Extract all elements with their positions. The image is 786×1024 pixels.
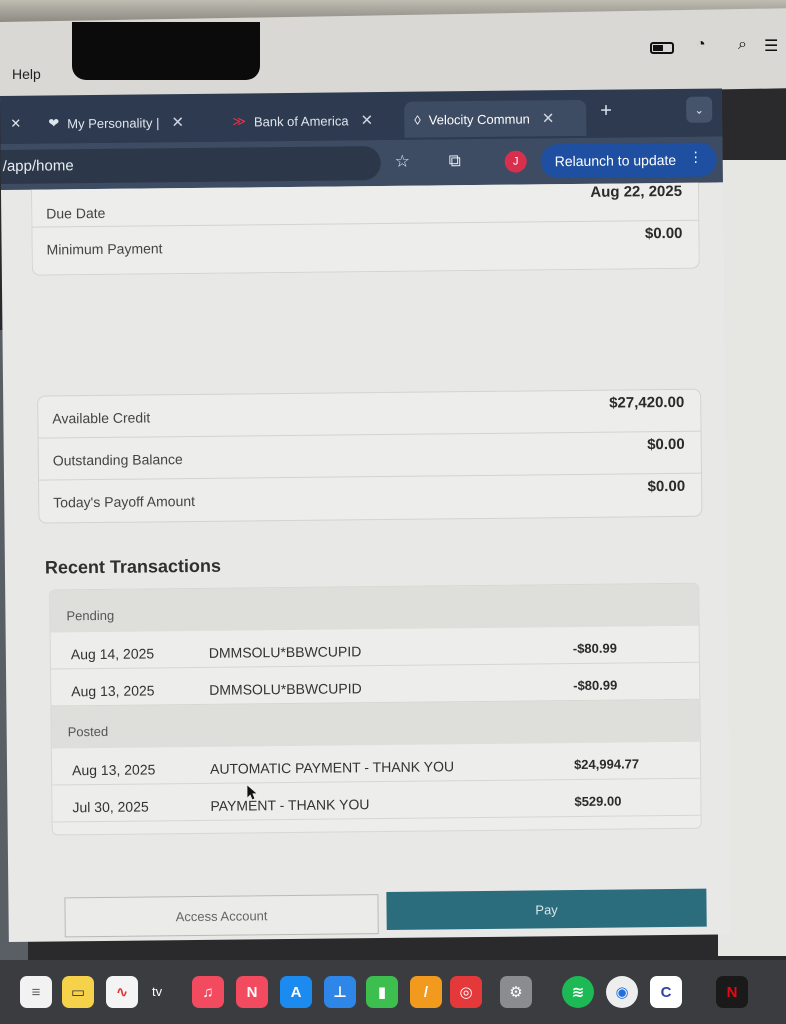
new-tab-button[interactable]: + <box>600 100 612 123</box>
search-icon[interactable]: ⌕ <box>738 36 747 54</box>
tx-description: AUTOMATIC PAYMENT - THANK YOU <box>209 758 455 777</box>
tx-amount: $529.00 <box>574 793 622 810</box>
more-icon[interactable]: ⋮ <box>689 149 703 166</box>
bofa-flag-icon: ≫ <box>232 113 246 129</box>
browser-window: ✕ ❤ My Personality | ✕ ≫ Bank of America… <box>0 88 731 942</box>
summary-value: $0.00 <box>647 477 686 496</box>
group-header-posted: Posted <box>51 699 700 749</box>
extensions-icon[interactable]: ⧉ <box>449 151 461 171</box>
chrome-icon[interactable]: ◉ <box>606 976 638 1008</box>
transactions-table: Pending Aug 14, 2025 DMMSOLU*BBWCUPID -$… <box>49 582 702 836</box>
mouse-cursor-icon <box>247 785 257 800</box>
group-label: Posted <box>67 723 109 740</box>
camera-notch <box>72 22 260 80</box>
freeform-icon[interactable]: ∿ <box>106 976 138 1008</box>
bookmark-star-icon[interactable]: ☆ <box>395 152 410 172</box>
music-icon[interactable]: ♫ <box>192 976 224 1008</box>
summary-label: Outstanding Balance <box>52 451 183 469</box>
summary-value: $27,420.00 <box>609 393 685 412</box>
control-center-icon[interactable]: ☰ <box>764 36 778 56</box>
summary-label: Minimum Payment <box>46 240 163 258</box>
reminders-icon[interactable]: ≡ <box>20 976 52 1008</box>
tx-description: DMMSOLU*BBWCUPID <box>209 680 362 698</box>
avatar[interactable]: J <box>504 150 527 173</box>
summary-value: $0.00 <box>647 435 685 454</box>
payment-summary-card: Due Date Aug 22, 2025 Minimum Payment $0… <box>30 182 700 276</box>
summary-row: Minimum Payment $0.00 <box>32 221 698 270</box>
app-icon[interactable]: C <box>650 976 682 1008</box>
netflix-icon[interactable]: N <box>716 976 748 1008</box>
tab-label: Bank of America <box>253 112 349 129</box>
news-icon[interactable]: N <box>236 976 268 1008</box>
address-bar[interactable]: /app/home <box>0 146 381 184</box>
summary-row: Available Credit $27,420.00 <box>38 389 701 439</box>
tx-date: Aug 13, 2025 <box>71 682 155 700</box>
credit-summary-card: Available Credit $27,420.00 Outstanding … <box>37 388 703 524</box>
tx-amount: -$80.99 <box>573 677 618 694</box>
heart-icon: ❤ <box>48 115 60 131</box>
numbers-icon[interactable]: ▮ <box>366 976 398 1008</box>
table-row[interactable]: Jul 30, 2025 PAYMENT - THANK YOU $529.00 <box>52 778 701 823</box>
spotify-icon[interactable]: ≋ <box>562 976 594 1008</box>
pay-button[interactable]: Pay <box>386 888 707 930</box>
summary-label: Today's Payoff Amount <box>53 492 196 511</box>
menu-help[interactable]: Help <box>12 66 41 82</box>
tv-label: tv <box>152 984 163 999</box>
tx-description: PAYMENT - THANK YOU <box>210 796 370 814</box>
wifi-icon[interactable]: ◔ <box>696 36 706 54</box>
tab-strip: ✕ ❤ My Personality | ✕ ≫ Bank of America… <box>0 88 723 144</box>
photo-booth-icon[interactable]: ◎ <box>450 976 482 1008</box>
close-icon[interactable]: ✕ <box>10 116 21 132</box>
access-account-button[interactable]: Access Account <box>64 894 379 938</box>
section-title: Recent Transactions <box>44 555 222 578</box>
summary-value: Aug 22, 2025 <box>590 182 683 201</box>
tx-amount: -$80.99 <box>572 640 617 657</box>
group-header-pending: Pending <box>50 583 699 633</box>
tx-description: DMMSOLU*BBWCUPID <box>208 643 362 661</box>
notes-icon[interactable]: ▭ <box>62 976 94 1008</box>
pages-icon[interactable]: / <box>410 976 442 1008</box>
page-content: Due Date Aug 22, 2025 Minimum Payment $0… <box>0 182 731 942</box>
summary-row: Outstanding Balance $0.00 <box>38 431 701 481</box>
close-icon[interactable]: ✕ <box>360 111 373 129</box>
summary-row: Today's Payoff Amount $0.00 <box>39 474 701 523</box>
system-settings-icon[interactable]: ⚙ <box>500 976 532 1008</box>
toolbar: /app/home ☆ ⧉ J Relaunch to update ⋮ <box>0 136 723 190</box>
tab-close-partial[interactable]: ✕ <box>0 106 31 142</box>
tx-date: Jul 30, 2025 <box>72 798 149 816</box>
close-icon[interactable]: ✕ <box>171 113 184 131</box>
tab-bank-of-america[interactable]: ≫ Bank of America ✕ <box>222 102 383 140</box>
summary-label: Due Date <box>46 204 106 222</box>
chevron-down-icon[interactable]: ⌄ <box>686 96 713 123</box>
tab-velocity[interactable]: ◊ Velocity Commun ✕ <box>404 99 587 138</box>
summary-label: Available Credit <box>52 409 151 427</box>
tx-date: Aug 13, 2025 <box>71 761 156 779</box>
group-label: Pending <box>66 607 115 624</box>
tx-date: Aug 14, 2025 <box>70 645 155 663</box>
apple-tv-icon[interactable]: tv <box>152 984 162 999</box>
tx-amount: $24,994.77 <box>573 756 640 773</box>
shield-icon: ◊ <box>414 112 421 128</box>
tab-label: My Personality | <box>67 114 160 131</box>
battery-icon <box>650 42 674 54</box>
tab-my-personality[interactable]: ❤ My Personality | ✕ <box>38 104 194 142</box>
relaunch-button[interactable]: Relaunch to update ⋮ <box>540 142 717 179</box>
keynote-icon[interactable]: ⊥ <box>324 976 356 1008</box>
app-store-icon[interactable]: A <box>280 976 312 1008</box>
tab-label: Velocity Commun <box>428 110 530 128</box>
close-icon[interactable]: ✕ <box>542 109 555 127</box>
summary-value: $0.00 <box>644 224 683 243</box>
relaunch-label: Relaunch to update <box>554 151 677 170</box>
